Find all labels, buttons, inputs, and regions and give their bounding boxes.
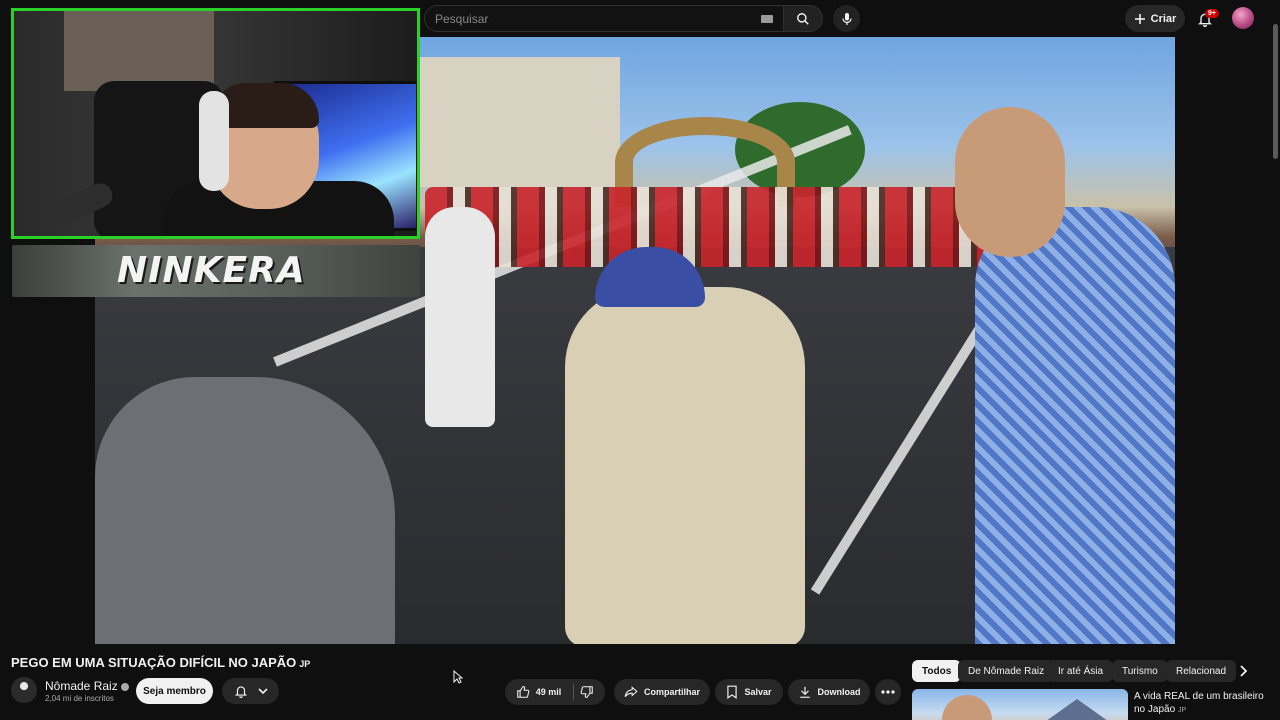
save-button[interactable]: Salvar xyxy=(715,679,783,705)
thumbs-down-icon[interactable] xyxy=(580,685,594,699)
share-button[interactable]: Compartilhar xyxy=(614,679,710,705)
search-input[interactable]: Pesquisar xyxy=(424,5,784,32)
search-icon xyxy=(797,12,809,25)
voice-search-button[interactable] xyxy=(833,5,860,32)
account-avatar[interactable] xyxy=(1232,7,1254,29)
thumbs-up-icon[interactable] xyxy=(516,685,530,699)
recommended-video-title-suffix: JP xyxy=(1177,707,1187,714)
channel-name[interactable]: Nômade Raiz xyxy=(45,679,129,693)
keyboard-icon[interactable] xyxy=(761,15,773,23)
video-title-suffix: JP xyxy=(299,659,311,669)
streamer-webcam-overlay xyxy=(11,8,420,239)
search-placeholder: Pesquisar xyxy=(435,12,489,26)
channel-avatar[interactable] xyxy=(11,677,37,703)
create-label: Criar xyxy=(1150,12,1177,25)
webcam-shelf xyxy=(64,11,214,91)
channel-name-text: Nômade Raiz xyxy=(45,679,118,693)
join-member-button[interactable]: Seja membro xyxy=(136,678,213,704)
subscriber-count: 2,04 mi de inscritos xyxy=(45,694,114,703)
video-frame-man-plaid-shirt xyxy=(975,207,1175,644)
share-label: Compartilhar xyxy=(643,687,700,697)
scrollbar-thumb[interactable] xyxy=(1273,24,1278,159)
recommended-video-thumbnail[interactable] xyxy=(912,689,1128,720)
related-filter-chips: Todos De Nômade Raiz Ir até Ásia Turismo… xyxy=(912,660,1252,682)
streamer-name: NINKERA xyxy=(117,250,306,291)
webcam-headset xyxy=(199,91,229,191)
page-scrollbar[interactable] xyxy=(1271,0,1280,720)
create-button[interactable]: Criar xyxy=(1125,5,1185,32)
video-title: PEGO EM UMA SITUAÇÃO DIFÍCIL NO JAPÃO JP xyxy=(11,655,310,670)
video-frame-building xyxy=(420,57,620,187)
search-button[interactable] xyxy=(783,5,823,32)
more-horizontal-icon xyxy=(881,690,895,694)
video-frame-child xyxy=(425,207,495,427)
chip-turismo[interactable]: Turismo xyxy=(1112,660,1168,682)
video-frame-man-face xyxy=(955,107,1065,257)
video-frame-foreground-person xyxy=(95,377,395,644)
like-dislike-group: 49 mil xyxy=(505,679,605,705)
more-actions-button[interactable] xyxy=(875,679,901,705)
download-label: Download xyxy=(817,687,861,697)
like-count[interactable]: 49 mil xyxy=(536,687,562,697)
plus-icon xyxy=(1134,13,1145,24)
chip-from-channel[interactable]: De Nômade Raiz xyxy=(958,660,1055,682)
microphone-icon xyxy=(841,12,852,25)
verified-icon xyxy=(120,682,129,691)
bookmark-icon xyxy=(727,685,738,699)
streamer-name-banner: NINKERA xyxy=(12,245,420,297)
recommended-video-title-text: A vida REAL de um brasileiro no Japão xyxy=(1134,691,1264,715)
download-button[interactable]: Download xyxy=(788,679,870,705)
thumbnail-face xyxy=(942,695,992,720)
recommended-video-title[interactable]: A vida REAL de um brasileiro no Japão JP xyxy=(1134,690,1264,717)
video-frame-parade-crowd xyxy=(425,187,985,267)
chip-related[interactable]: Relacionad xyxy=(1166,660,1237,682)
video-title-text: PEGO EM UMA SITUAÇÃO DIFÍCIL NO JAPÃO xyxy=(11,655,297,670)
chip-ir-ate-asia[interactable]: Ir até Ásia xyxy=(1048,660,1114,682)
notification-badge: 9+ xyxy=(1205,9,1219,18)
mouse-cursor-icon xyxy=(453,670,463,684)
download-icon xyxy=(799,686,810,698)
video-frame-photographer xyxy=(565,287,805,644)
subscribed-notifications-button[interactable] xyxy=(222,678,279,704)
chips-next-button[interactable] xyxy=(1232,660,1254,682)
share-icon xyxy=(624,686,638,697)
chevron-down-icon xyxy=(257,688,268,695)
chevron-right-icon xyxy=(1240,665,1248,677)
save-label: Salvar xyxy=(744,687,772,697)
bell-icon xyxy=(234,686,247,698)
like-divider xyxy=(573,684,575,700)
thumbnail-mountain xyxy=(1032,699,1122,720)
chip-all[interactable]: Todos xyxy=(912,660,962,682)
